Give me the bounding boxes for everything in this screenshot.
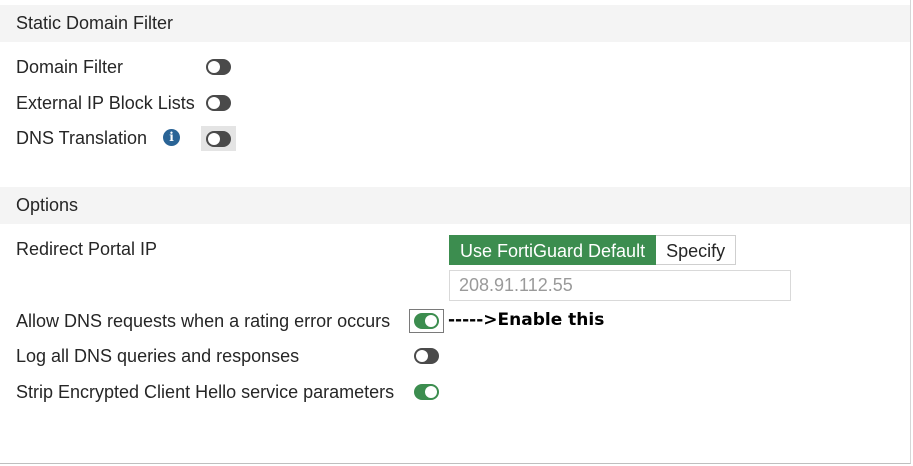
options-header: Options [0, 187, 910, 224]
dns-translation-toggle[interactable] [206, 131, 231, 147]
external-ip-block-lists-label: External IP Block Lists [16, 93, 195, 113]
external-ip-block-lists-toggle[interactable] [206, 95, 231, 111]
toggle-knob [416, 350, 428, 362]
domain-filter-label: Domain Filter [16, 57, 124, 77]
strip-ech-toggle[interactable] [414, 384, 439, 400]
use-fortiguard-default-button[interactable]: Use FortiGuard Default [449, 235, 657, 265]
allow-dns-on-rating-error-toggle[interactable] [414, 313, 439, 329]
info-icon[interactable]: i [163, 129, 180, 146]
log-all-dns-toggle[interactable] [414, 348, 439, 364]
allow-dns-on-rating-error-label: Allow DNS requests when a rating error o… [16, 311, 391, 331]
toggle-knob [208, 133, 220, 145]
dns-translation-label: DNS Translation [16, 128, 148, 148]
toggle-knob [425, 386, 437, 398]
toggle-knob [425, 315, 437, 327]
redirect-portal-ip-input[interactable] [449, 270, 791, 301]
enable-this-annotation: ----->Enable this [448, 310, 605, 330]
toggle-knob [208, 61, 220, 73]
domain-filter-toggle[interactable] [206, 59, 231, 75]
toggle-knob [208, 97, 220, 109]
strip-ech-label: Strip Encrypted Client Hello service par… [16, 382, 395, 402]
log-all-dns-label: Log all DNS queries and responses [16, 346, 300, 366]
specify-button[interactable]: Specify [656, 235, 737, 265]
static-domain-filter-header: Static Domain Filter [0, 5, 910, 42]
redirect-portal-ip-mode-selector: Use FortiGuard Default Specify [449, 235, 737, 265]
dns-filter-settings-panel: Static Domain Filter Domain Filter Exter… [0, 0, 911, 464]
redirect-portal-ip-label: Redirect Portal IP [16, 239, 158, 259]
